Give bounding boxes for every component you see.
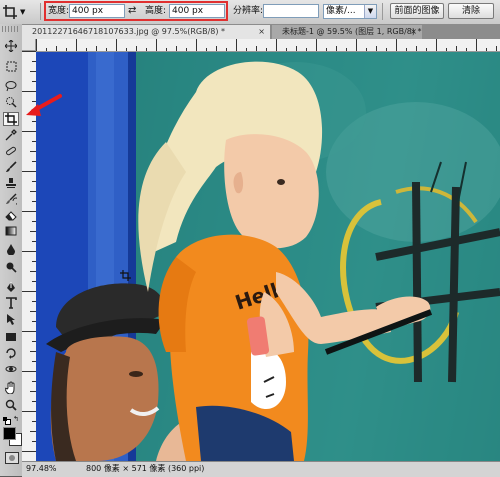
clone-stamp-tool-icon[interactable] bbox=[3, 176, 19, 190]
swap-colors-icon[interactable]: ↰ bbox=[13, 415, 19, 423]
3d-rotate-tool-icon[interactable] bbox=[3, 346, 19, 360]
tool-preset-picker[interactable]: ▼ bbox=[2, 2, 38, 21]
close-icon[interactable]: × bbox=[258, 25, 265, 38]
3d-orbit-tool-icon[interactable] bbox=[3, 362, 19, 376]
front-image-button[interactable]: 前面的图像 bbox=[390, 3, 444, 19]
foreground-color-swatch[interactable] bbox=[3, 427, 16, 440]
brush-tool-icon[interactable] bbox=[3, 160, 19, 174]
annotation-arrow-icon bbox=[26, 94, 62, 116]
resolution-unit-value: 像素/... bbox=[326, 6, 356, 16]
default-colors-icon[interactable] bbox=[3, 417, 11, 425]
crop-tool-icon[interactable] bbox=[3, 112, 19, 126]
photo: Hello bbox=[36, 52, 500, 461]
horizontal-ruler bbox=[36, 39, 500, 52]
swap-icon[interactable]: ⇄ bbox=[128, 5, 136, 17]
rectangle-tool-icon[interactable] bbox=[3, 330, 19, 344]
lasso-tool-icon[interactable] bbox=[3, 79, 19, 93]
hand-tool-icon[interactable] bbox=[3, 380, 19, 394]
width-label: 宽度: bbox=[48, 6, 70, 16]
type-tool-icon[interactable] bbox=[3, 296, 19, 310]
path-selection-tool-icon[interactable] bbox=[3, 312, 19, 326]
document-size: 800 像素 × 571 像素 (360 ppi) bbox=[86, 464, 205, 473]
gradient-tool-icon[interactable] bbox=[3, 224, 19, 238]
crop-tool-icon bbox=[2, 4, 18, 20]
document-tab-2[interactable]: 未标题-1 @ 59.5% (图层 1, RGB/8) * × bbox=[272, 25, 422, 39]
document-canvas[interactable]: Hello bbox=[36, 52, 500, 461]
toolbox-grip[interactable] bbox=[2, 26, 19, 32]
eraser-tool-icon[interactable] bbox=[3, 208, 19, 222]
zoom-level[interactable]: 97.48% bbox=[26, 462, 57, 476]
move-tool-icon[interactable] bbox=[3, 39, 19, 53]
clear-button[interactable]: 清除 bbox=[448, 3, 494, 19]
healing-brush-tool-icon[interactable] bbox=[3, 144, 19, 158]
quick-mask-icon[interactable] bbox=[5, 452, 19, 464]
history-brush-tool-icon[interactable] bbox=[3, 192, 19, 206]
tab-label: 未标题-1 @ 59.5% (图层 1, RGB/8) * bbox=[282, 27, 422, 36]
height-label: 高度: bbox=[145, 6, 167, 16]
document-tab-bar: 20112271646718107633.jpg @ 97.5%(RGB/8) … bbox=[22, 24, 500, 39]
resolution-input[interactable] bbox=[263, 4, 319, 18]
separator bbox=[40, 3, 41, 20]
tab-label: 20112271646718107633.jpg @ 97.5%(RGB/8) … bbox=[32, 27, 226, 36]
blur-tool-icon[interactable] bbox=[3, 242, 19, 256]
chevron-down-icon: ▼ bbox=[364, 5, 376, 18]
toolbox: ↰ bbox=[0, 24, 23, 476]
options-bar: ▼ 宽度: 400 px ⇄ 高度: 400 px 分辨率: 像素/... ▼ … bbox=[0, 0, 500, 25]
dodge-tool-icon[interactable] bbox=[3, 260, 19, 274]
quick-selection-tool-icon[interactable] bbox=[3, 95, 19, 109]
pen-tool-icon[interactable] bbox=[3, 280, 19, 294]
marquee-tool-icon[interactable] bbox=[3, 59, 19, 73]
resolution-unit-select[interactable]: 像素/... ▼ bbox=[323, 4, 377, 19]
close-icon[interactable]: × bbox=[410, 25, 417, 38]
status-bar: 97.48% 800 像素 × 571 像素 (360 ppi) bbox=[22, 461, 500, 477]
width-input[interactable]: 400 px bbox=[69, 4, 125, 18]
chevron-down-icon: ▼ bbox=[20, 7, 26, 16]
ruler-corner bbox=[22, 39, 36, 51]
resolution-label: 分辨率: bbox=[233, 6, 264, 16]
document-tab-1[interactable]: 20112271646718107633.jpg @ 97.5%(RGB/8) … bbox=[22, 25, 270, 39]
eyedropper-tool-icon[interactable] bbox=[3, 128, 19, 142]
separator bbox=[382, 3, 383, 20]
height-input[interactable]: 400 px bbox=[169, 4, 225, 18]
zoom-tool-icon[interactable] bbox=[3, 398, 19, 412]
